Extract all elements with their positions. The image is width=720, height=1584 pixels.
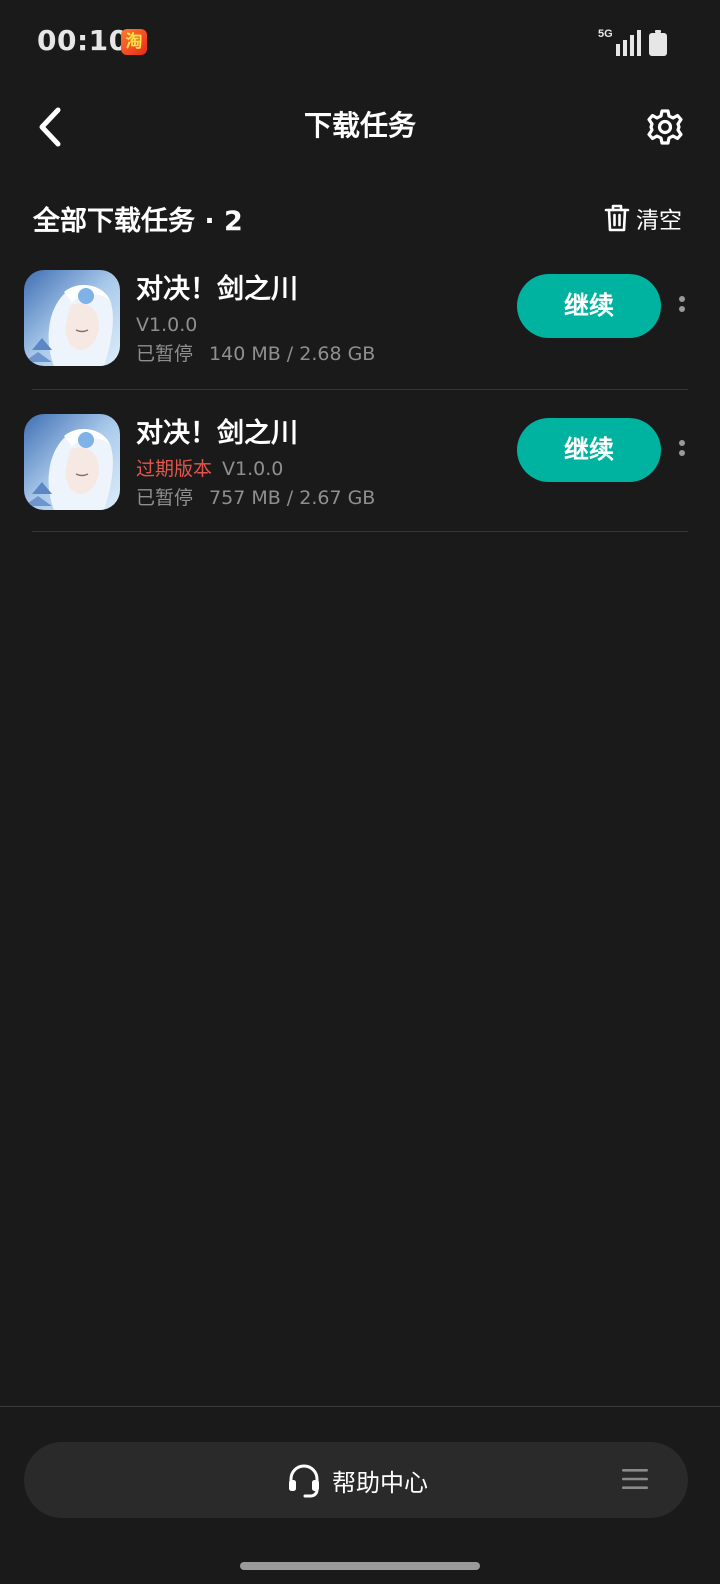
download-task-item[interactable]: 对决！剑之川 V1.0.0 已暂停 140 MB / 2.68 GB 继续 — [0, 270, 720, 413]
more-vertical-icon[interactable] — [676, 434, 688, 464]
app-icon — [24, 270, 120, 366]
home-indicator[interactable] — [240, 1562, 480, 1570]
bottom-divider — [0, 1406, 720, 1407]
download-task-item[interactable]: 对决！剑之川 过期版本 V1.0.0 已暂停 757 MB / 2.67 GB 继续 — [0, 414, 720, 557]
progress-size-text: 140 MB / 2.68 GB — [209, 343, 376, 365]
continue-button[interactable]: 继续 — [517, 274, 661, 338]
continue-button[interactable]: 继续 — [517, 418, 661, 482]
section-title: 全部下载任务 · 2 — [33, 206, 243, 237]
headset-icon — [289, 1464, 319, 1498]
status-time: 00:10 — [37, 24, 129, 57]
progress-line: 已暂停 140 MB / 2.68 GB — [136, 341, 375, 367]
progress-line: 已暂停 757 MB / 2.67 GB — [136, 485, 375, 511]
expired-version-tag: 过期版本 — [136, 458, 213, 480]
page-title: 下载任务 — [303, 109, 416, 142]
trash-icon — [604, 204, 630, 232]
progress-size-text: 757 MB / 2.67 GB — [209, 487, 376, 509]
help-center-button[interactable]: 帮助中心 — [286, 1442, 428, 1518]
menu-icon[interactable] — [622, 1468, 648, 1490]
signal-bars-icon — [616, 30, 641, 56]
app-name: 对决！剑之川 — [136, 274, 298, 305]
help-bar: 帮助中心 — [24, 1442, 688, 1518]
clear-label: 清空 — [636, 208, 682, 234]
status-text: 已暂停 — [136, 343, 194, 365]
status-bar: 00:10 淘 5G — [0, 0, 720, 86]
clear-all-button[interactable]: 清空 — [604, 198, 682, 238]
version-text: V1.0.0 — [136, 314, 198, 336]
divider — [32, 389, 688, 390]
status-text: 已暂停 — [136, 487, 194, 509]
app-name: 对决！剑之川 — [136, 418, 298, 449]
battery-icon — [649, 30, 667, 56]
taobao-icon: 淘 — [121, 29, 147, 55]
more-vertical-icon[interactable] — [676, 290, 688, 320]
help-center-label: 帮助中心 — [332, 1468, 428, 1497]
gear-icon[interactable] — [646, 108, 684, 146]
network-type-label: 5G — [598, 28, 613, 40]
version-line: 过期版本 V1.0.0 — [136, 456, 283, 482]
app-icon — [24, 414, 120, 510]
version-line: V1.0.0 — [136, 312, 197, 338]
divider — [32, 531, 688, 532]
version-text: V1.0.0 — [222, 458, 284, 480]
